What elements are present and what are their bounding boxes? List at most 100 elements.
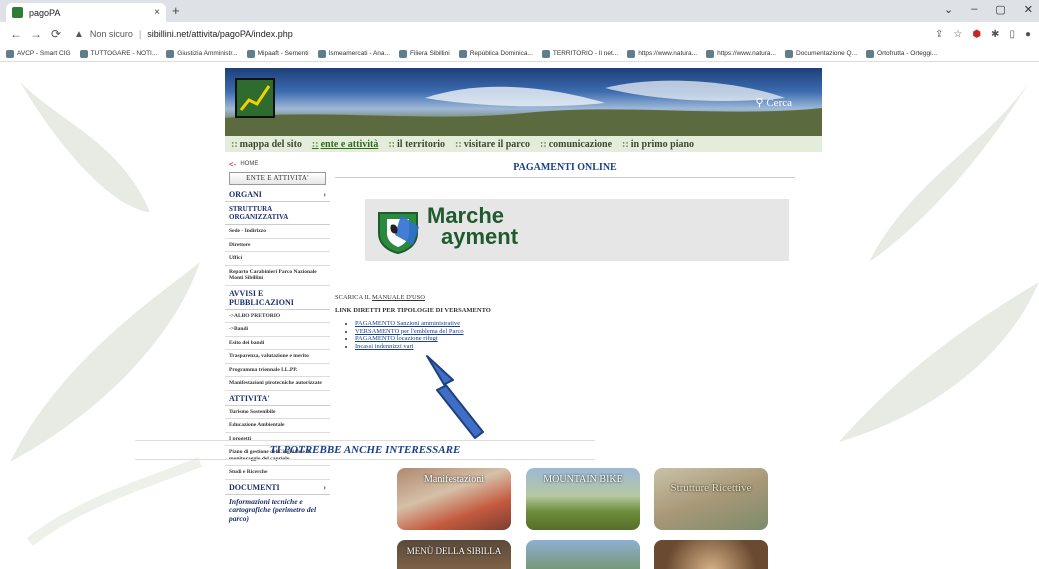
bookmark-item[interactable]: Ortofrutta - Orteggi... bbox=[866, 49, 937, 58]
ente-attivita-button[interactable]: ENTE E ATTIVITA' bbox=[229, 172, 326, 185]
address-bar: ← → ⟳ ▲ Non sicuro | sibillini.net/attiv… bbox=[0, 22, 1039, 46]
header-landscape bbox=[225, 80, 822, 136]
bookmark-item[interactable]: Ismeamercati - Ana... bbox=[317, 49, 390, 58]
sidebar-item-studi[interactable]: Studi e Ricerche bbox=[225, 466, 330, 480]
sidebar-item-organi[interactable]: ORGANI › bbox=[225, 187, 330, 202]
forward-icon[interactable]: → bbox=[28, 27, 44, 41]
sidebar-item-uffici[interactable]: Uffici bbox=[225, 252, 330, 266]
reload-icon[interactable]: ⟳ bbox=[48, 27, 64, 41]
puzzle-icon[interactable]: ✱ bbox=[991, 29, 999, 40]
link-emblema[interactable]: VERSAMENTO per l'emblema del Parco bbox=[355, 328, 464, 335]
list-item: PAGAMENTO Sanzioni amministrative bbox=[355, 320, 464, 328]
home-link[interactable]: <- HOME bbox=[225, 158, 330, 170]
sidebar-item-sede[interactable]: Sede - Indirizzo bbox=[225, 225, 330, 239]
maximize-button[interactable]: ▢ bbox=[995, 3, 1005, 16]
bookmark-icon bbox=[784, 49, 793, 58]
bookmark-icon bbox=[317, 49, 326, 58]
tab-search-icon[interactable]: ⌄ bbox=[944, 3, 953, 16]
sidebar-item-turismo[interactable]: Turismo Sostenibile bbox=[225, 406, 330, 419]
bookmarks-bar: AVCP - Smart CIG TUTTOGARE - NOTI... Giu… bbox=[0, 46, 1039, 62]
park-logo[interactable] bbox=[235, 78, 275, 118]
profile-icon[interactable]: ● bbox=[1025, 29, 1031, 40]
decorative-feather-right bbox=[839, 82, 1039, 442]
link-indennizzi[interactable]: Incassi indennizzi vari bbox=[355, 343, 413, 350]
decorative-feather-left bbox=[10, 82, 202, 546]
bookmark-item[interactable]: TUTTOGARE - NOTI... bbox=[79, 49, 157, 58]
sidebar-item-programma[interactable]: Programma triennale LL.PP. bbox=[225, 364, 330, 377]
thumb-hiking[interactable] bbox=[526, 540, 640, 569]
chevron-right-icon: › bbox=[323, 482, 326, 492]
url-separator: | bbox=[138, 29, 142, 39]
minimize-button[interactable]: – bbox=[971, 3, 977, 16]
browser-tab[interactable]: pagoPA × bbox=[6, 3, 166, 22]
back-icon[interactable]: ← bbox=[8, 27, 24, 41]
thumb-menu-sibilla[interactable]: MENÙ DELLA SIBILLA bbox=[397, 540, 511, 569]
bookmark-item[interactable]: Documentazione Q... bbox=[784, 49, 857, 58]
bookmark-icon bbox=[706, 49, 715, 58]
top-menu: :: mappa del sito :: ente e attività :: il … bbox=[225, 136, 822, 152]
page-viewport: ⚲ Cerca :: mappa del sito :: ente e attivi… bbox=[0, 62, 1039, 569]
sidebar: <- HOME ENTE E ATTIVITA' ORGANI › STRUTTUR… bbox=[225, 158, 330, 568]
thumb-manifestazioni[interactable]: Manifestazioni bbox=[397, 468, 511, 530]
bookmark-item[interactable]: Giustizia Amministr... bbox=[166, 49, 238, 58]
close-window-button[interactable]: ✕ bbox=[1024, 3, 1033, 16]
link-rifugi[interactable]: PAGAMENTO locazione rifugi bbox=[355, 335, 438, 342]
list-item: Incassi indennizzi vari bbox=[355, 343, 464, 351]
sidebar-icon[interactable]: ▯ bbox=[1009, 29, 1015, 40]
link-sanzioni[interactable]: PAGAMENTO Sanzioni amministrative bbox=[355, 320, 460, 327]
sidebar-item-documenti[interactable]: DOCUMENTI › bbox=[225, 480, 330, 495]
new-tab-button[interactable]: + bbox=[172, 3, 180, 18]
bookmark-item[interactable]: Filiera Sibillini bbox=[398, 49, 450, 58]
thumb-sibilla-portrait[interactable] bbox=[654, 540, 768, 569]
sidebar-item-direttore[interactable]: Direttore bbox=[225, 239, 330, 252]
share-icon[interactable]: ⇪ bbox=[935, 29, 943, 40]
bookmark-item[interactable]: Mipaaft - Sementi bbox=[246, 49, 309, 58]
sidebar-item-manifestazioni[interactable]: Manifestazioni pirotecniche autorizzate bbox=[225, 377, 330, 391]
marche-payment-logo-icon bbox=[378, 212, 419, 255]
bookmark-icon bbox=[246, 49, 255, 58]
bookmark-icon bbox=[627, 49, 636, 58]
menu-item-comunicazione[interactable]: :: comunicazione bbox=[540, 139, 612, 150]
shield-icon[interactable]: ⬢ bbox=[972, 29, 981, 40]
suggestions-heading: TI POTREBBE ANCHE INTERESSARE bbox=[135, 440, 595, 460]
sidebar-item-struttura[interactable]: STRUTTURA ORGANIZZATIVA bbox=[225, 202, 330, 225]
bookmark-item[interactable]: https://www.natura... bbox=[627, 49, 697, 58]
url-field[interactable]: ▲ Non sicuro | sibillini.net/attivita/pa… bbox=[74, 29, 293, 40]
menu-item-territorio[interactable]: :: il territorio bbox=[388, 139, 445, 150]
sidebar-item-albo[interactable]: ->ALBO PRETORIO bbox=[225, 310, 330, 323]
sidebar-item-attivita[interactable]: ATTIVITA' bbox=[225, 391, 330, 406]
menu-item-visitare[interactable]: :: visitare il parco bbox=[455, 139, 530, 150]
bookmark-icon bbox=[6, 49, 14, 58]
manuale-link[interactable]: MANUALE D'USO bbox=[372, 294, 425, 301]
chart-logo-icon bbox=[239, 85, 271, 111]
sidebar-item-trasparenza[interactable]: Trasparenza, valutazione e merito bbox=[225, 350, 330, 364]
bookmark-item[interactable]: AVCP - Smart CIG bbox=[6, 49, 71, 58]
window-controls: ⌄ – ▢ ✕ bbox=[944, 3, 1033, 16]
bookmark-item[interactable]: https://www.natura... bbox=[706, 49, 776, 58]
warning-icon[interactable]: ▲ bbox=[74, 29, 84, 40]
bookmark-icon bbox=[79, 49, 88, 58]
menu-item-mappa[interactable]: :: mappa del sito bbox=[231, 139, 302, 150]
sidebar-item-bandi[interactable]: ->Bandi bbox=[225, 323, 330, 337]
tab-close-icon[interactable]: × bbox=[154, 7, 160, 18]
sidebar-item-educazione[interactable]: Educazione Ambientale bbox=[225, 419, 330, 433]
site-header: ⚲ Cerca bbox=[225, 68, 822, 136]
list-item: PAGAMENTO locazione rifugi bbox=[355, 335, 464, 343]
page-title: PAGAMENTI ONLINE bbox=[335, 162, 795, 178]
bookmark-icon bbox=[866, 49, 875, 58]
thumb-mountain-bike[interactable]: MOUNTAIN BIKE bbox=[526, 468, 640, 530]
manuale-line: SCARICA IL MANUALE D'USO bbox=[335, 294, 425, 301]
sidebar-item-avvisi[interactable]: AVVISI E PUBBLICAZIONI bbox=[225, 286, 330, 310]
menu-item-ente[interactable]: :: ente e attività bbox=[312, 139, 378, 150]
bookmark-item[interactable]: TERRITORIO - Il net... bbox=[541, 49, 618, 58]
bookmark-item[interactable]: República Dominica... bbox=[458, 49, 533, 58]
sidebar-item-esito[interactable]: Esito dei bandi bbox=[225, 337, 330, 350]
sidebar-item-carabinieri[interactable]: Reparto Carabinieri Parco Nazionale Mont… bbox=[225, 266, 330, 286]
menu-item-primo-piano[interactable]: :: in primo piano bbox=[622, 139, 694, 150]
marche-payment-wordmark: Marche ayment bbox=[427, 203, 519, 249]
thumb-strutture-ricettive[interactable]: Strutture Ricettive bbox=[654, 468, 768, 530]
sidebar-item-info[interactable]: Informazioni tecniche e cartografiche (p… bbox=[225, 495, 330, 527]
star-icon[interactable]: ☆ bbox=[953, 29, 962, 40]
search-link[interactable]: ⚲ Cerca bbox=[756, 96, 792, 109]
list-item: VERSAMENTO per l'emblema del Parco bbox=[355, 328, 464, 336]
